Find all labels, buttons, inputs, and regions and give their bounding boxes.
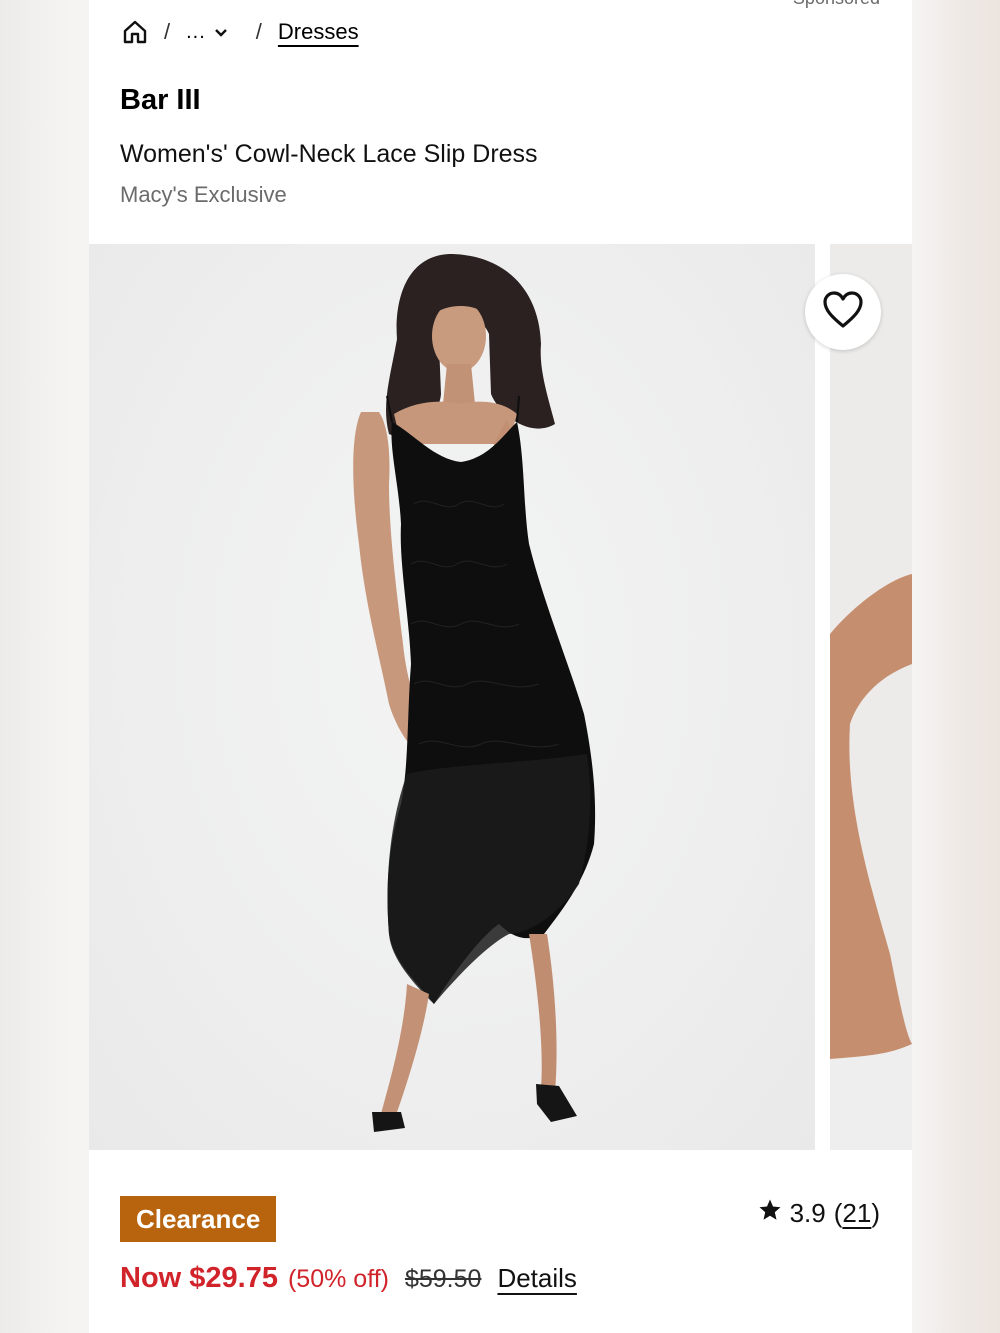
home-icon[interactable] <box>120 17 150 47</box>
sponsored-label: Sponsored <box>793 0 880 9</box>
product-rating[interactable]: 3.9 (21) <box>758 1198 880 1229</box>
favorite-button[interactable] <box>805 274 881 350</box>
price-row: Now $29.75 (50% off) $59.50 Details <box>120 1262 577 1295</box>
star-icon <box>758 1198 782 1229</box>
breadcrumb-ellipsis: ... <box>186 20 206 43</box>
rating-value: 3.9 <box>789 1198 826 1228</box>
model-illustration <box>353 254 596 1132</box>
product-brand[interactable]: Bar III <box>120 84 201 117</box>
exclusive-label: Macy's Exclusive <box>120 182 287 207</box>
next-image-preview <box>830 574 912 1150</box>
rating-count-link[interactable]: 21 <box>842 1198 871 1228</box>
rating-close-paren: ) <box>871 1198 880 1228</box>
chevron-down-icon <box>214 21 228 44</box>
breadcrumb-more-button[interactable]: ... <box>186 21 228 44</box>
product-card: Sponsored / ... / Dresses Bar III Women'… <box>89 0 912 1333</box>
product-image-next[interactable] <box>830 244 912 1150</box>
rating-count-wrapper: (21) <box>834 1198 880 1229</box>
product-image[interactable] <box>89 244 815 1150</box>
breadcrumb-separator: / <box>255 19 262 44</box>
breadcrumb-dresses-link[interactable]: Dresses <box>278 19 359 45</box>
breadcrumb: / ... / Dresses <box>120 16 359 48</box>
original-price: $59.50 <box>404 1265 482 1293</box>
discount-percent: (50% off) <box>287 1265 389 1293</box>
product-image-gallery[interactable] <box>89 244 912 1150</box>
sale-price: Now $29.75 <box>120 1262 278 1294</box>
breadcrumb-separator: / <box>164 19 171 44</box>
product-title: Women's' Cowl-Neck Lace Slip Dress <box>120 140 538 168</box>
heart-icon <box>822 290 864 334</box>
details-link[interactable]: Details <box>497 1263 576 1294</box>
clearance-badge: Clearance <box>120 1196 277 1242</box>
